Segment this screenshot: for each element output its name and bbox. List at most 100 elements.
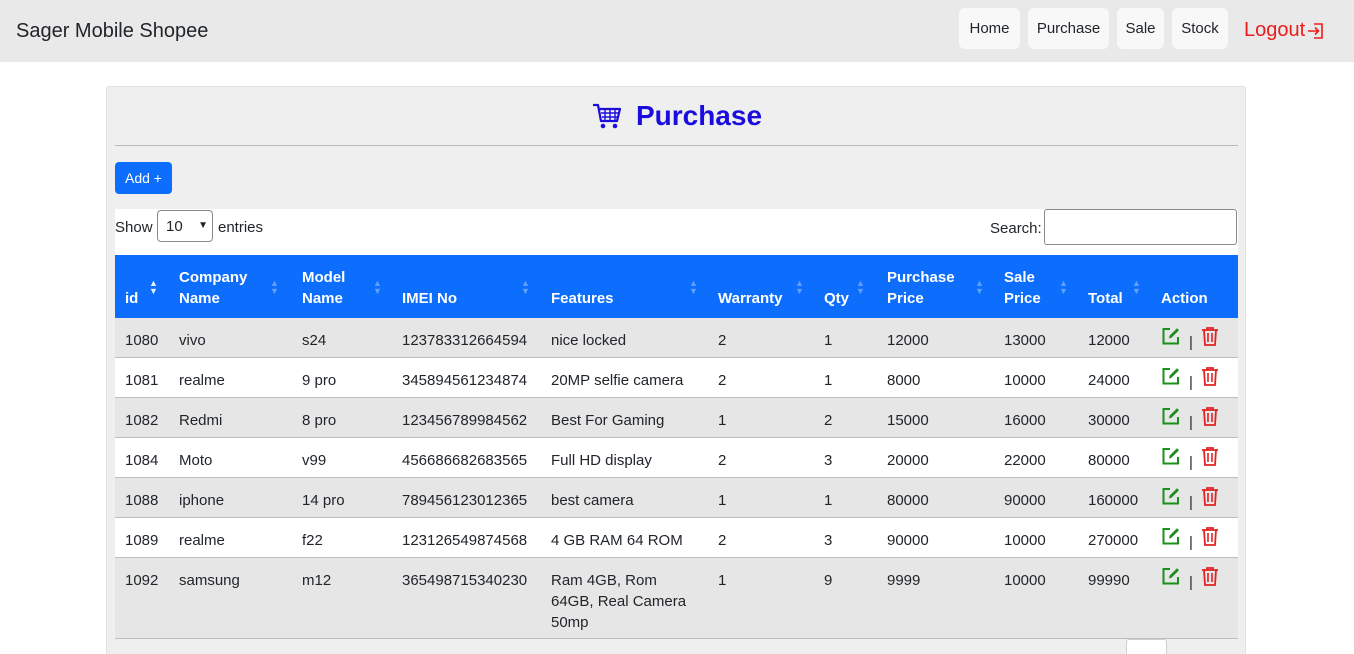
column-header-label: Sale	[1004, 269, 1035, 286]
table-cell: m12	[302, 572, 332, 589]
column-header[interactable]: id	[125, 288, 138, 309]
table-cell: 1	[718, 572, 727, 589]
entries-value: 10	[166, 217, 183, 235]
row-actions: |	[1161, 566, 1219, 590]
table-cell: 3	[824, 452, 833, 469]
entries-select[interactable]: 10 ▼	[157, 210, 213, 242]
column-header-label: IMEI No	[402, 290, 457, 307]
show-label: Show	[115, 219, 153, 236]
row-actions: |	[1161, 326, 1219, 350]
column-header[interactable]: Action	[1161, 288, 1208, 309]
sort-icon[interactable]: ▲ ▼	[1059, 279, 1068, 296]
table-cell: 9	[824, 572, 833, 589]
table-cell: 123126549874568	[402, 532, 528, 549]
table-cell: 12000	[887, 332, 929, 349]
table-cell: best camera	[551, 492, 634, 509]
edit-icon[interactable]	[1161, 366, 1181, 390]
sort-icon[interactable]: ▲ ▼	[689, 279, 698, 296]
edit-icon[interactable]	[1161, 526, 1181, 550]
column-header[interactable]: Company Name	[179, 267, 247, 309]
table-cell: 1092	[125, 572, 159, 589]
trash-icon[interactable]	[1201, 326, 1219, 350]
table-cell: 2	[718, 332, 727, 349]
column-header[interactable]: Sale Price	[1004, 267, 1041, 309]
edit-icon[interactable]	[1161, 566, 1181, 590]
table-cell: 2	[718, 532, 727, 549]
edit-icon[interactable]	[1161, 406, 1181, 430]
table-row: 1081 realme 9 pro 345894561234874 20MP selfi…	[115, 358, 1238, 398]
table-cell: f22	[302, 532, 323, 549]
shopping-cart-icon	[592, 103, 622, 129]
table-row: 1088 iphone 14 pro 789456123012365 best came…	[115, 478, 1238, 518]
table-cell: 1	[824, 332, 833, 349]
table-cell: 12000	[1088, 332, 1130, 349]
trash-icon[interactable]	[1201, 366, 1219, 390]
column-header[interactable]: IMEI No	[402, 288, 457, 309]
column-header[interactable]: Qty	[824, 288, 849, 309]
sort-icon[interactable]: ▲ ▼	[795, 279, 804, 296]
table-cell: s24	[302, 332, 327, 349]
table-cell: 90000	[887, 532, 929, 549]
table-cell: 80000	[1088, 452, 1130, 469]
sort-icon[interactable]: ▲ ▼	[149, 279, 158, 296]
sort-icon[interactable]: ▲ ▼	[1132, 279, 1141, 296]
column-header-label: Name	[179, 290, 220, 307]
edit-icon[interactable]	[1161, 486, 1181, 510]
search-input[interactable]	[1044, 209, 1237, 245]
trash-icon[interactable]	[1201, 446, 1219, 470]
column-header[interactable]: Warranty	[718, 288, 782, 309]
trash-icon[interactable]	[1201, 486, 1219, 510]
page-title: Purchase	[635, 100, 763, 131]
purchase-table: id ▲ ▼ Company Name ▲ ▼ Model Name ▲ ▼ IMEI No ▲ ▼ Fea…	[115, 255, 1238, 639]
column-header-label: Qty	[824, 290, 850, 307]
trash-icon[interactable]	[1201, 406, 1219, 430]
column-header[interactable]: Model Name	[302, 267, 345, 309]
logout-label: Logout	[1244, 19, 1306, 41]
trash-icon[interactable]	[1201, 526, 1219, 550]
row-actions: |	[1161, 486, 1219, 510]
table-cell: Moto	[179, 452, 213, 469]
brand[interactable]: Sager Mobile Shopee	[16, 20, 208, 43]
table-body: 1080 vivo s24 123783312664594 nice locked 2 1 1…	[115, 318, 1238, 639]
nav-sale[interactable]: Sale	[1117, 8, 1164, 49]
table-controls: Show 10 ▼ entries Search:	[115, 209, 1238, 255]
table-cell: v99	[302, 452, 327, 469]
table-cell: 90000	[1004, 492, 1046, 509]
divider	[115, 145, 1238, 146]
nav-stock[interactable]: Stock	[1172, 8, 1228, 49]
table-cell: 1082	[125, 412, 159, 429]
sort-icon[interactable]: ▲ ▼	[270, 279, 279, 296]
row-actions: |	[1161, 406, 1219, 430]
sort-icon[interactable]: ▲ ▼	[975, 279, 984, 296]
edit-icon[interactable]	[1161, 446, 1181, 470]
action-separator: |	[1189, 574, 1193, 591]
table-cell: 9999	[887, 572, 921, 589]
title-wrap: Purchase	[107, 87, 1247, 145]
entries-label: entries	[218, 219, 264, 236]
column-header-label: Company	[179, 269, 248, 286]
table-cell: 1081	[125, 372, 159, 389]
add-button[interactable]: Add +	[115, 162, 172, 194]
table-cell: 123783312664594	[402, 332, 528, 349]
table-cell: 24000	[1088, 372, 1130, 389]
row-actions: |	[1161, 366, 1219, 390]
column-header-label: id	[125, 290, 139, 307]
table-cell: iphone	[179, 492, 225, 509]
nav-purchase[interactable]: Purchase	[1028, 8, 1109, 49]
nav-home[interactable]: Home	[959, 8, 1020, 49]
table-cell: 9 pro	[302, 372, 337, 389]
column-header[interactable]: Features	[551, 288, 614, 309]
column-header[interactable]: Total	[1088, 288, 1123, 309]
table-cell: 16000	[1004, 412, 1046, 429]
trash-icon[interactable]	[1201, 566, 1219, 590]
column-header[interactable]: Purchase Price	[887, 267, 955, 309]
sort-icon[interactable]: ▲ ▼	[521, 279, 530, 296]
pagination-box[interactable]	[1126, 639, 1167, 654]
edit-icon[interactable]	[1161, 326, 1181, 350]
sort-icon[interactable]: ▲ ▼	[373, 279, 382, 296]
sort-icon[interactable]: ▲ ▼	[856, 279, 865, 296]
action-separator: |	[1189, 414, 1193, 431]
column-header-label: Features	[551, 290, 614, 307]
table-cell: 123456789984562	[402, 412, 528, 429]
logout-link[interactable]: Logout	[1244, 19, 1325, 42]
